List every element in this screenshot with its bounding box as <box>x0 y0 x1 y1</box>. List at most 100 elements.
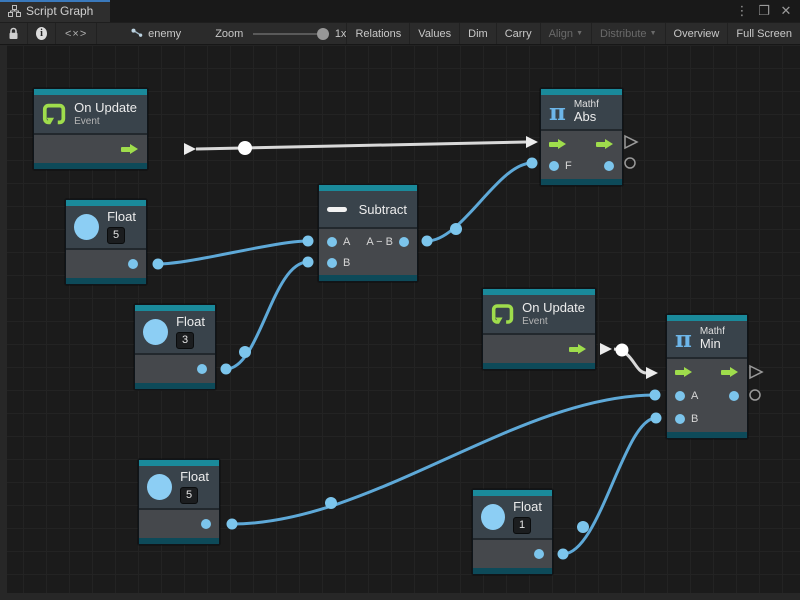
zoom-slider[interactable] <box>253 33 327 35</box>
connection-onupdate1-abs[interactable] <box>184 136 538 155</box>
node-title: Float <box>176 315 205 330</box>
connection-float1-min-b[interactable] <box>563 418 656 554</box>
dim-button[interactable]: Dim <box>460 23 497 44</box>
node-subtract[interactable]: Subtract A A − B B <box>318 184 418 282</box>
chevron-down-icon: ▼ <box>650 30 657 37</box>
node-title: Float <box>107 210 136 225</box>
edit-code-button[interactable]: <×> <box>56 23 97 44</box>
info-icon: i <box>36 27 47 40</box>
node-accent-bottom <box>473 568 552 574</box>
input-port-b[interactable] <box>675 414 685 424</box>
min-value-output-stub[interactable] <box>750 390 760 400</box>
flow-output-port[interactable] <box>121 144 139 155</box>
node-title: Min <box>700 337 725 352</box>
float-icon <box>74 214 99 240</box>
float-icon <box>143 319 168 345</box>
full-screen-button[interactable]: Full Screen <box>728 23 800 44</box>
overview-button[interactable]: Overview <box>666 23 729 44</box>
graph-canvas[interactable]: On Update Event Float 5 <box>0 45 800 600</box>
close-icon[interactable]: ✕ <box>776 3 796 19</box>
node-subtitle: Event <box>74 116 137 128</box>
input-port-a[interactable] <box>675 391 685 401</box>
node-title: Float <box>513 500 542 515</box>
node-float-5b[interactable]: Float 5 <box>138 459 220 545</box>
port-label: B <box>343 257 350 269</box>
float-icon <box>481 504 505 530</box>
node-title: Abs <box>574 110 599 125</box>
lock-button[interactable] <box>0 23 28 44</box>
connection-float3-subtract-b[interactable] <box>226 262 308 369</box>
input-port-b[interactable] <box>327 258 337 268</box>
float-value-input[interactable]: 5 <box>180 487 198 504</box>
tab-script-graph[interactable]: Script Graph <box>0 0 110 22</box>
node-on-update-1[interactable]: On Update Event <box>33 88 148 170</box>
input-port-f[interactable] <box>549 161 559 171</box>
node-float-1[interactable]: Float 1 <box>472 489 553 575</box>
carry-button[interactable]: Carry <box>497 23 541 44</box>
tab-title: Script Graph <box>26 4 93 18</box>
flow-input-port[interactable] <box>549 139 567 150</box>
value-output-port[interactable] <box>128 259 138 269</box>
tab-bar: Script Graph ⋮ ❐ ✕ <box>0 0 800 22</box>
values-button[interactable]: Values <box>410 23 460 44</box>
node-title: Subtract <box>359 202 407 217</box>
node-title: Float <box>180 470 209 485</box>
node-accent-bottom <box>319 275 417 281</box>
distribute-button[interactable]: Distribute ▼ <box>592 23 665 44</box>
flow-output-port[interactable] <box>721 367 739 378</box>
loop-event-icon <box>42 101 66 127</box>
abs-flow-output-stub[interactable] <box>625 136 637 148</box>
node-accent-bottom <box>34 163 147 169</box>
node-on-update-2[interactable]: On Update Event <box>482 288 596 370</box>
align-button[interactable]: Align ▼ <box>541 23 592 44</box>
float-icon <box>147 474 172 500</box>
connection-subtract-abs-f[interactable] <box>427 163 532 241</box>
node-mathf-min[interactable]: π Mathf Min A B <box>666 314 748 439</box>
zoom-label: Zoom <box>215 28 243 40</box>
value-output-port[interactable] <box>197 364 207 374</box>
zoom-value: 1x <box>335 28 347 40</box>
output-port-a-minus-b[interactable] <box>399 237 409 247</box>
node-accent-bottom <box>667 432 747 438</box>
node-float-3[interactable]: Float 3 <box>134 304 216 390</box>
flow-input-port[interactable] <box>675 367 693 378</box>
menu-icon[interactable]: ⋮ <box>732 3 752 19</box>
node-accent-bottom <box>541 179 622 185</box>
node-accent-bottom <box>135 383 215 389</box>
pi-icon: π <box>675 328 692 351</box>
node-title: On Update <box>74 101 137 116</box>
lock-icon <box>8 27 19 40</box>
min-flow-output-stub[interactable] <box>750 366 762 378</box>
node-float-5a[interactable]: Float 5 <box>65 199 147 285</box>
zoom-slider-handle[interactable] <box>317 28 329 40</box>
value-output-port[interactable] <box>729 391 739 401</box>
abs-value-output-stub[interactable] <box>625 158 635 168</box>
float-value-input[interactable]: 5 <box>107 227 125 244</box>
port-label: A <box>691 390 698 402</box>
loop-event-icon <box>491 301 514 327</box>
flow-output-port[interactable] <box>596 139 614 150</box>
value-output-port[interactable] <box>534 549 544 559</box>
input-port-a[interactable] <box>327 237 337 247</box>
connection-onupdate2-min[interactable] <box>600 343 658 379</box>
inspect-button[interactable]: i <box>28 23 56 44</box>
node-mathf-abs[interactable]: π Mathf Abs F <box>540 88 623 186</box>
graph-name-label[interactable]: enemy <box>148 28 181 40</box>
maximize-icon[interactable]: ❐ <box>754 3 774 19</box>
connection-float5b-min-a[interactable] <box>232 395 655 524</box>
port-label: A − B <box>366 236 393 248</box>
float-value-input[interactable]: 3 <box>176 332 194 349</box>
value-output-port[interactable] <box>604 161 614 171</box>
flow-output-port[interactable] <box>569 344 587 355</box>
graph-reference-icon <box>131 27 144 40</box>
graph-toolbar: i <×> enemy Zoom 1x Relations Values Dim… <box>0 22 800 45</box>
toolbar-buttons: Relations Values Dim Carry Align ▼ Distr… <box>346 23 800 44</box>
float-value-input[interactable]: 1 <box>513 517 531 534</box>
node-title: On Update <box>522 301 585 316</box>
canvas-left-edge <box>0 45 7 600</box>
port-label: A <box>343 236 350 248</box>
connection-float5a-subtract-a[interactable] <box>158 241 308 264</box>
node-accent-bottom <box>483 363 595 369</box>
relations-button[interactable]: Relations <box>346 23 410 44</box>
value-output-port[interactable] <box>201 519 211 529</box>
